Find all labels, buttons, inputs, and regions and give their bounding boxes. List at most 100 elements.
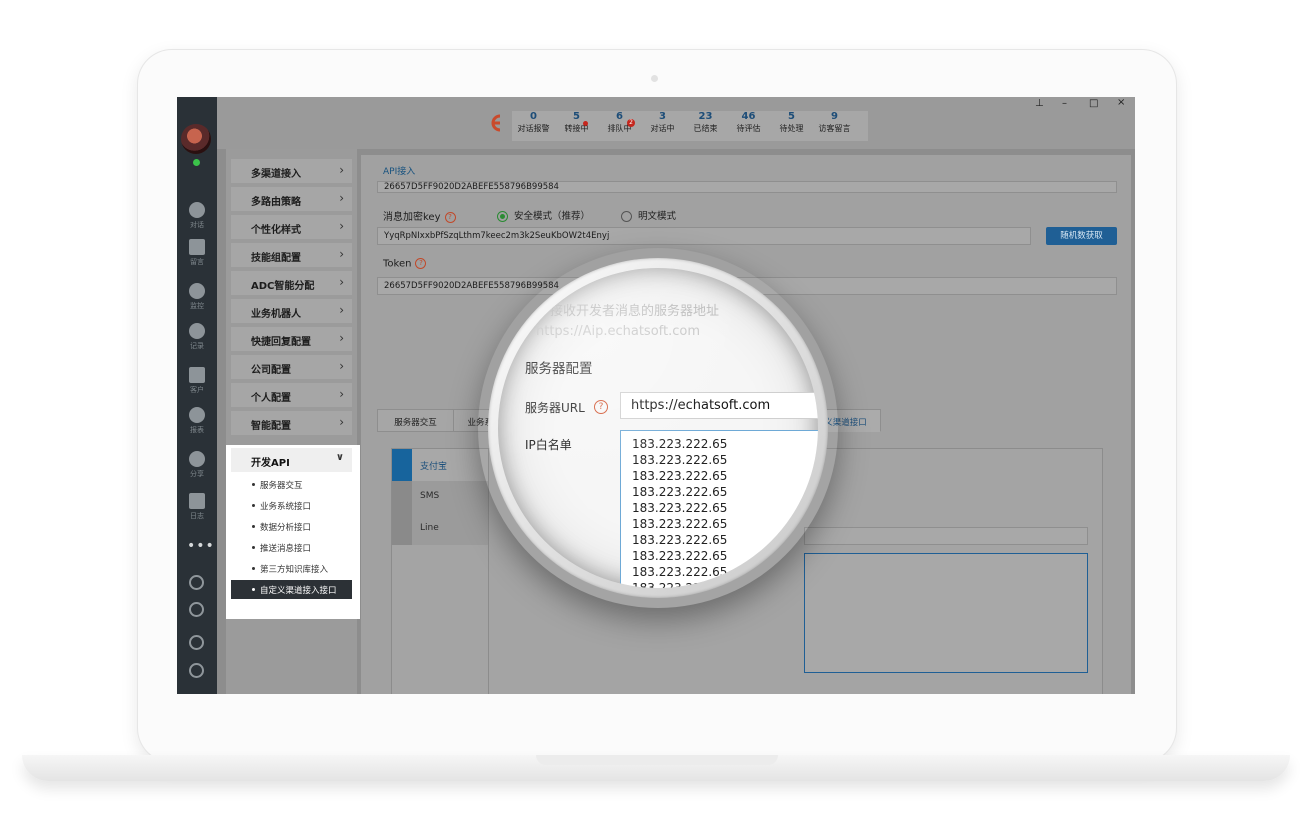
more-icon[interactable]: ••• bbox=[187, 538, 215, 554]
ip-entry: 183.223.222.65 bbox=[632, 533, 728, 547]
chevron-right-icon: › bbox=[339, 415, 344, 429]
rail-item-record[interactable]: 记录 bbox=[177, 323, 217, 351]
power-icon-2[interactable] bbox=[189, 663, 204, 678]
settings-gear-icon[interactable] bbox=[189, 575, 204, 590]
help-icon[interactable]: ? bbox=[415, 258, 427, 269]
chevron-right-icon: › bbox=[339, 219, 344, 233]
stat-pending[interactable]: 5 待处理 bbox=[770, 111, 813, 141]
power-icon[interactable] bbox=[189, 602, 204, 617]
magnifier-lens: 接收开发者消息的服务器地址 https://Aip.echatsoft.com … bbox=[498, 268, 818, 588]
maximize-button[interactable]: □ bbox=[1089, 98, 1098, 109]
camera-dot bbox=[651, 75, 658, 82]
stat-queue[interactable]: 6 排队中 2 bbox=[598, 111, 641, 141]
chevron-right-icon: › bbox=[339, 303, 344, 317]
msg-key-label: 消息加密key? bbox=[383, 208, 456, 223]
avatar[interactable] bbox=[181, 124, 211, 154]
tab-server-interaction[interactable]: 服务器交互 bbox=[377, 409, 454, 432]
menu-item-company[interactable]: 公司配置 › bbox=[231, 355, 352, 379]
settings-menu: 多渠道接入 › 多路由策略 › 个性化样式 › 技能组配置 › ADC智能分配 › 业务机… bbox=[226, 149, 360, 694]
minimize-button[interactable]: – bbox=[1062, 98, 1067, 109]
link-icon bbox=[392, 513, 412, 545]
server-config-title: 服务器配置 bbox=[525, 361, 593, 377]
panel-textarea[interactable] bbox=[804, 553, 1088, 673]
radio-safe-mode[interactable]: 安全模式（推荐） bbox=[497, 208, 590, 222]
rail-item-message[interactable]: 留言 bbox=[177, 239, 217, 267]
menu-item-smart[interactable]: 智能配置 › bbox=[231, 411, 352, 435]
server-url-label: 服务器URL bbox=[525, 401, 585, 415]
msg-key-input[interactable]: YyqRpNIxxbPfSzqLthm7keec2m3k2SeuKbOW2t4E… bbox=[377, 227, 1031, 245]
eye-icon bbox=[189, 283, 205, 299]
sub-item-business-api[interactable]: 业务系统接口 bbox=[231, 496, 352, 515]
queue-badge: 2 bbox=[627, 119, 635, 127]
partial-input[interactable]: 26657D5FF9020D2ABEFE558796B99584 bbox=[377, 181, 1117, 193]
menu-item-quick-reply[interactable]: 快捷回复配置 › bbox=[231, 327, 352, 351]
chevron-down-icon: ∨ bbox=[335, 452, 344, 463]
menu-section-dev-api: 开发API ∨ 服务器交互 业务系统接口 数据分析接口 推送消息接口 第三方知识库… bbox=[226, 445, 360, 619]
close-button[interactable]: × bbox=[1117, 97, 1125, 108]
echat-logo-icon bbox=[491, 114, 501, 132]
radio-unchecked-icon bbox=[621, 211, 632, 222]
menu-item-style[interactable]: 个性化样式 › bbox=[231, 215, 352, 239]
ip-entry: 183.223.222.65 bbox=[632, 581, 728, 588]
ghost-hint-text: 接收开发者消息的服务器地址 bbox=[550, 304, 720, 319]
ip-entry: 183.223.222.65 bbox=[632, 565, 728, 579]
help-icon[interactable]: ? bbox=[444, 211, 456, 223]
stat-visitor-message[interactable]: 9 访客留言 bbox=[813, 111, 856, 141]
stat-transfer[interactable]: 5 转接中 bbox=[555, 111, 598, 141]
stat-alert[interactable]: 0 对话报警 bbox=[512, 111, 555, 141]
sub-item-server-interaction[interactable]: 服务器交互 bbox=[231, 475, 352, 494]
rail-item-customer[interactable]: 客户 bbox=[177, 367, 217, 395]
ip-entry: 183.223.222.65 bbox=[632, 517, 728, 531]
rail-item-share[interactable]: 分享 bbox=[177, 451, 217, 479]
server-url-input[interactable]: https://echatsoft.com bbox=[620, 392, 818, 419]
chevron-right-icon: › bbox=[339, 275, 344, 289]
vtab-sms[interactable]: SMS bbox=[392, 481, 488, 513]
radio-checked-icon bbox=[497, 211, 508, 222]
icon-rail: 对话 留言 监控 记录 客户 报表 分享 日志 ••• bbox=[177, 97, 217, 694]
sub-item-custom-channel[interactable]: 自定义渠道接入接口 bbox=[231, 580, 352, 599]
rail-item-report[interactable]: 报表 bbox=[177, 407, 217, 435]
vtab-alipay[interactable]: 支付宝 bbox=[392, 449, 488, 481]
radio-plain-mode[interactable]: 明文模式 bbox=[621, 208, 676, 222]
chat-icon bbox=[189, 202, 205, 218]
chevron-right-icon: › bbox=[339, 387, 344, 401]
help-icon[interactable]: ? bbox=[594, 400, 608, 414]
chevron-right-icon: › bbox=[339, 247, 344, 261]
stat-chatting[interactable]: 3 对话中 bbox=[641, 111, 684, 141]
menu-item-personal[interactable]: 个人配置 › bbox=[231, 383, 352, 407]
panel-input[interactable] bbox=[804, 527, 1088, 545]
clock-icon bbox=[189, 323, 205, 339]
ip-whitelist-label: IP白名单 bbox=[525, 438, 572, 452]
contact-card-icon bbox=[189, 367, 205, 383]
chevron-right-icon: › bbox=[339, 191, 344, 205]
chevron-right-icon: › bbox=[339, 163, 344, 177]
sub-item-push-api[interactable]: 推送消息接口 bbox=[231, 538, 352, 557]
menu-item-dev-api[interactable]: 开发API ∨ bbox=[231, 448, 352, 472]
menu-item-adc[interactable]: ADC智能分配 › bbox=[231, 271, 352, 295]
menu-item-multichannel[interactable]: 多渠道接入 › bbox=[231, 159, 352, 183]
random-key-button[interactable]: 随机数获取 bbox=[1046, 227, 1117, 245]
chevron-right-icon: › bbox=[339, 331, 344, 345]
red-dot bbox=[583, 121, 588, 126]
pin-icon[interactable]: ⊥ bbox=[1035, 98, 1044, 109]
menu-item-routing[interactable]: 多路由策略 › bbox=[231, 187, 352, 211]
online-status-dot bbox=[193, 159, 200, 166]
ip-whitelist-textarea[interactable]: 183.223.222.65 183.223.222.65 183.223.22… bbox=[620, 430, 818, 588]
top-bar: 0 对话报警 5 转接中 6 排队中 2 3 对话中 23 已结束 46 待评估 5 待处理 9… bbox=[217, 97, 1135, 149]
vtab-line[interactable]: Line bbox=[392, 513, 488, 545]
stat-evaluate[interactable]: 46 待评估 bbox=[727, 111, 770, 141]
menu-item-robot[interactable]: 业务机器人 › bbox=[231, 299, 352, 323]
laptop-notch bbox=[536, 755, 778, 765]
rail-item-monitor[interactable]: 监控 bbox=[177, 283, 217, 311]
menu-item-skill-group[interactable]: 技能组配置 › bbox=[231, 243, 352, 267]
stat-ended[interactable]: 23 已结束 bbox=[684, 111, 727, 141]
sub-item-knowledge-base[interactable]: 第三方知识库接入 bbox=[231, 559, 352, 578]
rail-item-chat[interactable]: 对话 bbox=[177, 202, 217, 230]
ip-entry: 183.223.222.65 bbox=[632, 469, 728, 483]
settings-gear-icon-2[interactable] bbox=[189, 635, 204, 650]
ip-entry: 183.223.222.65 bbox=[632, 501, 728, 515]
sub-item-analytics-api[interactable]: 数据分析接口 bbox=[231, 517, 352, 536]
rail-item-log[interactable]: 日志 bbox=[177, 493, 217, 521]
ip-entry: 183.223.222.65 bbox=[632, 453, 728, 467]
breadcrumb: API接入 bbox=[383, 167, 416, 177]
